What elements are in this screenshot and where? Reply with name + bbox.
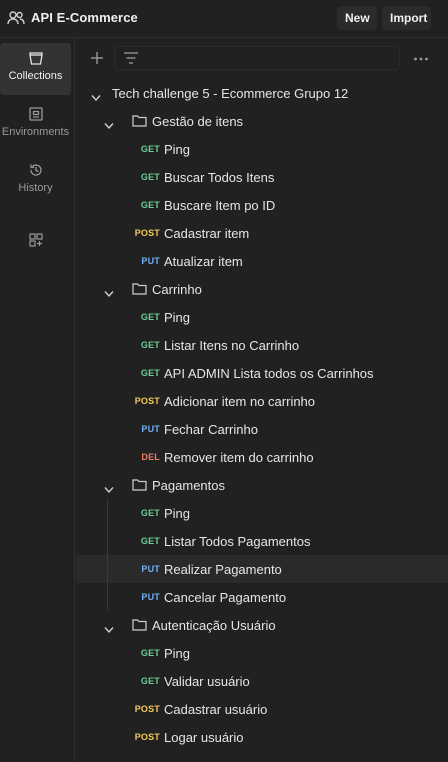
request-name: Ping xyxy=(164,646,191,661)
method-badge: PUT xyxy=(141,256,160,266)
sidebar-item-label: Environments xyxy=(1,126,70,138)
collections-icon xyxy=(28,52,43,65)
request-name: Ping xyxy=(164,310,191,325)
folder-row[interactable]: Pagamentos xyxy=(76,471,448,499)
tree-guide-line xyxy=(107,499,108,611)
environments-icon xyxy=(28,107,43,121)
method-badge: POST xyxy=(134,228,160,238)
folder-name: Pagamentos xyxy=(152,478,225,493)
request-name: Listar Itens no Carrinho xyxy=(164,338,300,353)
request-row[interactable]: PUT Cancelar Pagamento xyxy=(76,583,448,611)
request-name: Cancelar Pagamento xyxy=(164,590,287,605)
folder-name: Gestão de itens xyxy=(152,114,244,129)
folder-icon xyxy=(132,618,147,631)
method-badge: PUT xyxy=(141,564,160,574)
method-badge: GET xyxy=(140,312,160,322)
request-name: Listar Todos Pagamentos xyxy=(164,534,311,549)
request-name: Ping xyxy=(164,506,191,521)
request-row[interactable]: GET Ping xyxy=(76,639,448,667)
request-row[interactable]: PUT Atualizar item xyxy=(76,247,448,275)
method-badge: POST xyxy=(134,396,160,406)
request-name: Cadastrar item xyxy=(164,226,250,241)
method-badge: GET xyxy=(140,172,160,182)
request-row[interactable]: POST Adicionar item no carrinho xyxy=(76,387,448,415)
method-badge: GET xyxy=(140,368,160,378)
method-badge: GET xyxy=(140,508,160,518)
add-apps-icon xyxy=(28,233,43,247)
folder-row[interactable]: Gestão de itens xyxy=(76,107,448,135)
request-name: Cadastrar usuário xyxy=(164,702,268,717)
request-row[interactable]: GET Buscare Item po ID xyxy=(76,191,448,219)
folder-icon xyxy=(132,114,147,127)
method-badge: PUT xyxy=(141,424,160,434)
request-name: Fechar Carrinho xyxy=(164,422,258,437)
request-name: Ping xyxy=(164,142,191,157)
folder-icon xyxy=(132,282,147,295)
folder-row[interactable]: Autenticação Usuário xyxy=(76,611,448,639)
request-name: API ADMIN Lista todos os Carrinhos xyxy=(164,366,374,381)
request-row[interactable]: GET Validar usuário xyxy=(76,667,448,695)
request-name: Buscar Todos Itens xyxy=(164,170,275,185)
filter-icon[interactable] xyxy=(123,51,139,65)
request-row[interactable]: GET Listar Itens no Carrinho xyxy=(76,331,448,359)
method-badge: GET xyxy=(140,144,160,154)
folder-name: Autenticação Usuário xyxy=(152,618,276,633)
app-header: API E-Commerce New Import xyxy=(0,0,448,38)
request-row[interactable]: GET API ADMIN Lista todos os Carrinhos xyxy=(76,359,448,387)
request-name: Atualizar item xyxy=(164,254,243,269)
folder-row[interactable]: Carrinho xyxy=(76,275,448,303)
sidebar-item-collections[interactable]: Collections xyxy=(0,43,71,95)
chevron-down-icon[interactable] xyxy=(104,621,114,634)
history-icon xyxy=(29,164,42,176)
request-row[interactable]: POST Cadastrar usuário xyxy=(76,695,448,723)
sidebar-item-label: History xyxy=(18,182,53,194)
method-badge: GET xyxy=(140,536,160,546)
method-badge: PUT xyxy=(141,592,160,602)
request-row[interactable]: GET Ping xyxy=(76,303,448,331)
team-workspace-icon[interactable] xyxy=(7,10,25,26)
collection-row[interactable]: Tech challenge 5 - Ecommerce Grupo 12 xyxy=(76,79,448,107)
search-input[interactable] xyxy=(114,46,400,70)
request-name: Buscare Item po ID xyxy=(164,198,276,213)
method-badge: GET xyxy=(140,648,160,658)
request-name: Realizar Pagamento xyxy=(164,562,282,577)
sidebar-item-environments[interactable]: Environments xyxy=(0,99,71,151)
request-name: Remover item do carrinho xyxy=(164,450,314,465)
request-row[interactable]: PUT Realizar Pagamento xyxy=(76,555,448,583)
more-icon[interactable] xyxy=(413,56,429,62)
request-row[interactable]: POST Logar usuário xyxy=(76,723,448,751)
request-row[interactable]: GET Buscar Todos Itens xyxy=(76,163,448,191)
folder-icon xyxy=(132,478,147,491)
sidebar-item-history[interactable]: History xyxy=(0,155,71,207)
request-row[interactable]: DEL Remover item do carrinho xyxy=(76,443,448,471)
add-icon[interactable] xyxy=(89,50,105,66)
method-badge: DEL xyxy=(141,452,160,462)
request-name: Adicionar item no carrinho xyxy=(164,394,316,409)
request-name: Validar usuário xyxy=(164,674,250,689)
method-badge: GET xyxy=(140,340,160,350)
workspace-title[interactable]: API E-Commerce xyxy=(31,10,138,25)
chevron-down-icon[interactable] xyxy=(91,89,101,102)
request-name: Logar usuário xyxy=(164,730,244,745)
chevron-down-icon[interactable] xyxy=(104,117,114,130)
new-button[interactable]: New xyxy=(337,6,377,30)
collections-panel: Tech challenge 5 - Ecommerce Grupo 12 Ges… xyxy=(76,38,448,762)
sidebar-item-add-apps[interactable] xyxy=(0,225,71,277)
request-row[interactable]: POST Cadastrar item xyxy=(76,219,448,247)
chevron-down-icon[interactable] xyxy=(104,481,114,494)
request-row[interactable]: GET Ping xyxy=(76,135,448,163)
request-row[interactable]: GET Listar Todos Pagamentos xyxy=(76,527,448,555)
folder-name: Carrinho xyxy=(152,282,202,297)
method-badge: POST xyxy=(134,732,160,742)
request-row[interactable]: PUT Fechar Carrinho xyxy=(76,415,448,443)
method-badge: GET xyxy=(140,200,160,210)
chevron-down-icon[interactable] xyxy=(104,285,114,298)
method-badge: GET xyxy=(140,676,160,686)
sidebar: Collections Environments History xyxy=(0,38,75,762)
collection-name: Tech challenge 5 - Ecommerce Grupo 12 xyxy=(112,86,349,101)
sidebar-item-label: Collections xyxy=(8,70,63,82)
method-badge: POST xyxy=(134,704,160,714)
import-button[interactable]: Import xyxy=(382,6,431,30)
request-row[interactable]: GET Ping xyxy=(76,499,448,527)
